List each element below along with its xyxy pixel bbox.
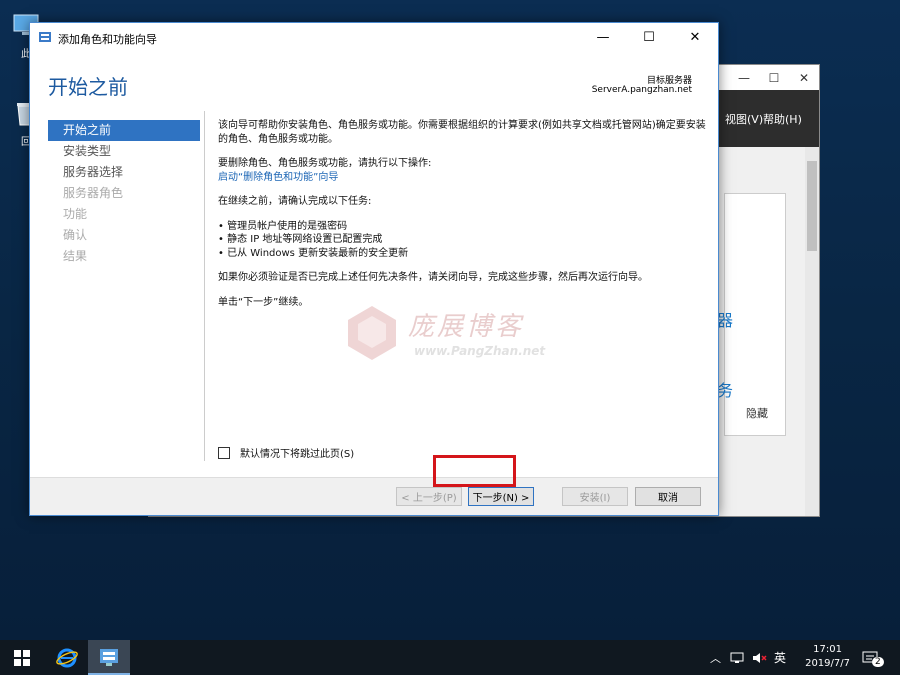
page-title: 开始之前: [48, 77, 128, 99]
server-manager-taskbar-button[interactable]: [88, 640, 130, 675]
install-button: 安装(I): [562, 487, 628, 506]
wizard-footer: < 上一步(P) 下一步(N) > 安装(I) 取消: [30, 477, 718, 515]
task-list: 管理员帐户使用的是强密码 静态 IP 地址等网络设置已配置完成 已从 Windo…: [218, 220, 708, 261]
nav-item-features: 功能: [63, 207, 88, 221]
previous-button: < 上一步(P): [396, 487, 462, 506]
clock[interactable]: 17:01 2019/7/7: [805, 643, 850, 671]
remove-prompt: 要删除角色、角色服务或功能，请执行以下操作:: [218, 158, 432, 169]
dashboard-panel: [724, 193, 786, 436]
next-button[interactable]: 下一步(N) >: [468, 487, 534, 506]
close-icon[interactable]: ✕: [672, 23, 718, 52]
menu-view[interactable]: 视图(V): [725, 111, 763, 127]
internet-explorer-icon: [56, 648, 78, 667]
desktop: 此 回 — ☐ ✕ 视图(V) 帮助(H) 器 务 隐藏 添加角色和功能向导 —…: [0, 0, 900, 640]
skip-page-checkbox[interactable]: [218, 446, 230, 459]
taskbar: ︿ 英 17:01 2019/7/7 2: [0, 640, 900, 675]
add-roles-wizard: 添加角色和功能向导 — ☐ ✕ 开始之前 目标服务器 ServerA.pangz…: [29, 22, 719, 516]
wizard-titlebar: 添加角色和功能向导 — ☐ ✕: [30, 23, 718, 52]
minimize-icon[interactable]: —: [729, 65, 759, 90]
watermark-url: www.PangZhan.net: [414, 344, 546, 358]
cancel-button[interactable]: 取消: [635, 487, 701, 506]
destination-server-value: ServerA.pangzhan.net: [591, 85, 692, 95]
server-manager-app-icon: [39, 32, 51, 42]
windows-logo-icon: [14, 649, 30, 666]
remove-roles-link[interactable]: 启动“删除角色和功能”向导: [218, 172, 338, 183]
nav-divider: [204, 111, 205, 461]
watermark-text: 庞展博客: [408, 312, 525, 342]
wizard-header: 开始之前 目标服务器 ServerA.pangzhan.net: [30, 52, 718, 107]
nav-item-confirmation: 确认: [63, 228, 88, 242]
intro-text: 该向导可帮助你安装角色、角色服务或功能。你需要根据组织的计算要求(例如共享文档或…: [218, 120, 706, 145]
watermark: 庞展博客 www.PangZhan.net: [336, 294, 556, 370]
scrollbar-thumb[interactable]: [807, 161, 817, 251]
minimize-icon[interactable]: —: [580, 23, 626, 52]
nav-item-server-selection[interactable]: 服务器选择: [48, 162, 200, 183]
internet-explorer-taskbar-button[interactable]: [46, 640, 88, 675]
verify-text: 如果你必须验证是否已完成上述任何先决条件，请关闭向导，完成这些步骤，然后再次运行…: [218, 272, 648, 283]
list-item: 已从 Windows 更新安装最新的安全更新: [218, 247, 708, 261]
nav-item-before-you-begin[interactable]: 开始之前: [48, 120, 200, 141]
list-item: 静态 IP 地址等网络设置已配置完成: [218, 233, 708, 247]
close-icon[interactable]: ✕: [789, 65, 819, 90]
text-fragment: 器: [717, 311, 734, 330]
skip-page-option[interactable]: 默认情况下将跳过此页(S): [218, 445, 354, 460]
nav-item-results: 结果: [63, 249, 88, 263]
before-continue-text: 在继续之前，请确认完成以下任务:: [218, 196, 372, 207]
wizard-title: 添加角色和功能向导: [58, 33, 157, 46]
nav-item-installation-type[interactable]: 安装类型: [48, 141, 200, 162]
text-fragment: 务: [717, 381, 734, 400]
network-icon[interactable]: [730, 640, 744, 675]
list-item: 管理员帐户使用的是强密码: [218, 220, 708, 234]
start-button[interactable]: [0, 640, 44, 675]
clock-time: 17:01: [813, 644, 842, 655]
nav-item-server-roles: 服务器角色: [63, 186, 124, 200]
server-manager-icon: [100, 648, 118, 666]
wizard-content: 该向导可帮助你安装角色、角色服务或功能。你需要根据组织的计算要求(例如共享文档或…: [218, 119, 708, 320]
hide-link[interactable]: 隐藏: [746, 405, 768, 421]
maximize-icon[interactable]: ☐: [759, 65, 789, 90]
wizard-nav: 开始之前 安装类型 服务器选择 服务器角色 功能 确认 结果: [48, 120, 200, 267]
ime-indicator[interactable]: 英: [774, 640, 786, 675]
skip-page-label: 默认情况下将跳过此页(S): [240, 449, 355, 460]
notification-center-button[interactable]: 2: [862, 640, 884, 675]
volume-muted-icon[interactable]: [752, 640, 768, 675]
tray-chevron-icon[interactable]: ︿: [710, 640, 721, 675]
watermark-logo-icon: [348, 306, 396, 360]
next-button-highlight: [433, 455, 516, 487]
maximize-icon[interactable]: ☐: [626, 23, 672, 52]
menu-help[interactable]: 帮助(H): [763, 111, 802, 127]
scrollbar[interactable]: [805, 147, 819, 516]
clock-date: 2019/7/7: [805, 658, 850, 669]
notification-count-badge: 2: [872, 656, 884, 667]
